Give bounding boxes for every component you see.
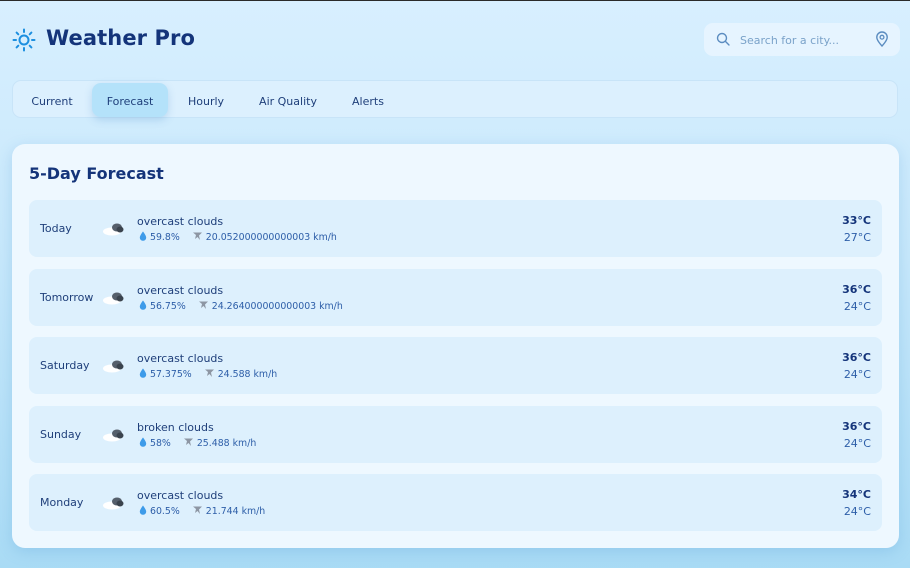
humidity-drop-icon	[139, 231, 147, 241]
tab-bar: Current Forecast Hourly Air Quality Aler…	[12, 80, 898, 118]
wind-icon	[192, 232, 202, 240]
temp-low: 24°C	[843, 300, 871, 313]
forecast-description: overcast clouds	[137, 489, 224, 502]
forecast-stats: 60.5% 21.744 km/h	[139, 505, 265, 517]
forecast-row[interactable]: Sunday broken clouds 58% 25.488 km/h 36°C…	[29, 406, 882, 463]
forecast-day: Saturday	[40, 359, 90, 372]
tab-current[interactable]: Current	[21, 83, 83, 117]
humidity-drop-icon	[139, 505, 147, 515]
wind-icon	[192, 506, 202, 514]
location-pin-icon[interactable]	[875, 31, 889, 47]
temp-low: 24°C	[843, 437, 871, 450]
forecast-description: overcast clouds	[137, 352, 224, 365]
forecast-description: overcast clouds	[137, 284, 224, 297]
tab-forecast[interactable]: Forecast	[92, 83, 168, 117]
wind-value: 25.488 km/h	[196, 438, 257, 449]
forecast-day: Tomorrow	[40, 291, 94, 304]
forecast-row[interactable]: Saturday overcast clouds 57.375% 24.588 k…	[29, 337, 882, 394]
header: Weather Pro	[12, 23, 900, 58]
humidity-value: 56.75%	[150, 301, 186, 312]
cloud-icon	[103, 429, 124, 442]
forecast-day: Monday	[40, 496, 84, 509]
humidity-drop-icon	[139, 368, 147, 378]
search-input[interactable]	[738, 31, 870, 50]
wind-value: 20.052000000000003 km/h	[205, 232, 337, 243]
window-top-border	[0, 0, 910, 1]
forecast-title: 5-Day Forecast	[29, 164, 164, 183]
temp-high: 36°C	[842, 283, 871, 296]
forecast-row[interactable]: Tomorrow overcast clouds 56.75% 24.264000…	[29, 269, 882, 326]
forecast-stats: 59.8% 20.052000000000003 km/h	[139, 231, 337, 243]
search-icon	[716, 32, 730, 46]
forecast-day: Sunday	[40, 428, 82, 441]
cloud-icon	[103, 497, 124, 510]
wind-icon	[183, 438, 193, 446]
cloud-icon	[103, 360, 124, 373]
temp-low: 27°C	[843, 231, 871, 244]
forecast-day: Today	[40, 222, 72, 235]
forecast-stats: 56.75% 24.264000000000003 km/h	[139, 300, 343, 312]
forecast-stats: 58% 25.488 km/h	[139, 437, 256, 449]
temp-high: 34°C	[842, 488, 871, 501]
temp-low: 24°C	[843, 505, 871, 518]
tab-alerts[interactable]: Alerts	[343, 83, 393, 117]
wind-value: 24.264000000000003 km/h	[211, 301, 343, 312]
forecast-description: broken clouds	[137, 421, 214, 434]
temp-high: 36°C	[842, 420, 871, 433]
cloud-icon	[103, 223, 124, 236]
forecast-description: overcast clouds	[137, 215, 224, 228]
wind-value: 24.588 km/h	[217, 369, 278, 380]
humidity-value: 59.8%	[150, 232, 180, 243]
tab-air-quality[interactable]: Air Quality	[249, 83, 327, 117]
humidity-value: 58%	[150, 438, 171, 449]
cloud-icon	[103, 292, 124, 305]
temp-high: 36°C	[842, 351, 871, 364]
humidity-drop-icon	[139, 437, 147, 447]
humidity-drop-icon	[139, 300, 147, 310]
sun-icon	[12, 28, 36, 52]
forecast-stats: 57.375% 24.588 km/h	[139, 368, 277, 380]
wind-icon	[204, 369, 214, 377]
humidity-value: 60.5%	[150, 506, 180, 517]
forecast-card: 5-Day Forecast Today overcast clouds 59.…	[12, 144, 899, 548]
humidity-value: 57.375%	[150, 369, 192, 380]
temp-high: 33°C	[842, 214, 871, 227]
app-title: Weather Pro	[46, 26, 196, 50]
forecast-row[interactable]: Today overcast clouds 59.8% 20.0520000000…	[29, 200, 882, 257]
forecast-row[interactable]: Monday overcast clouds 60.5% 21.744 km/h …	[29, 474, 882, 531]
temp-low: 24°C	[843, 368, 871, 381]
search-box[interactable]	[704, 23, 900, 56]
tab-hourly[interactable]: Hourly	[178, 83, 234, 117]
wind-value: 21.744 km/h	[205, 506, 266, 517]
wind-icon	[198, 301, 208, 309]
